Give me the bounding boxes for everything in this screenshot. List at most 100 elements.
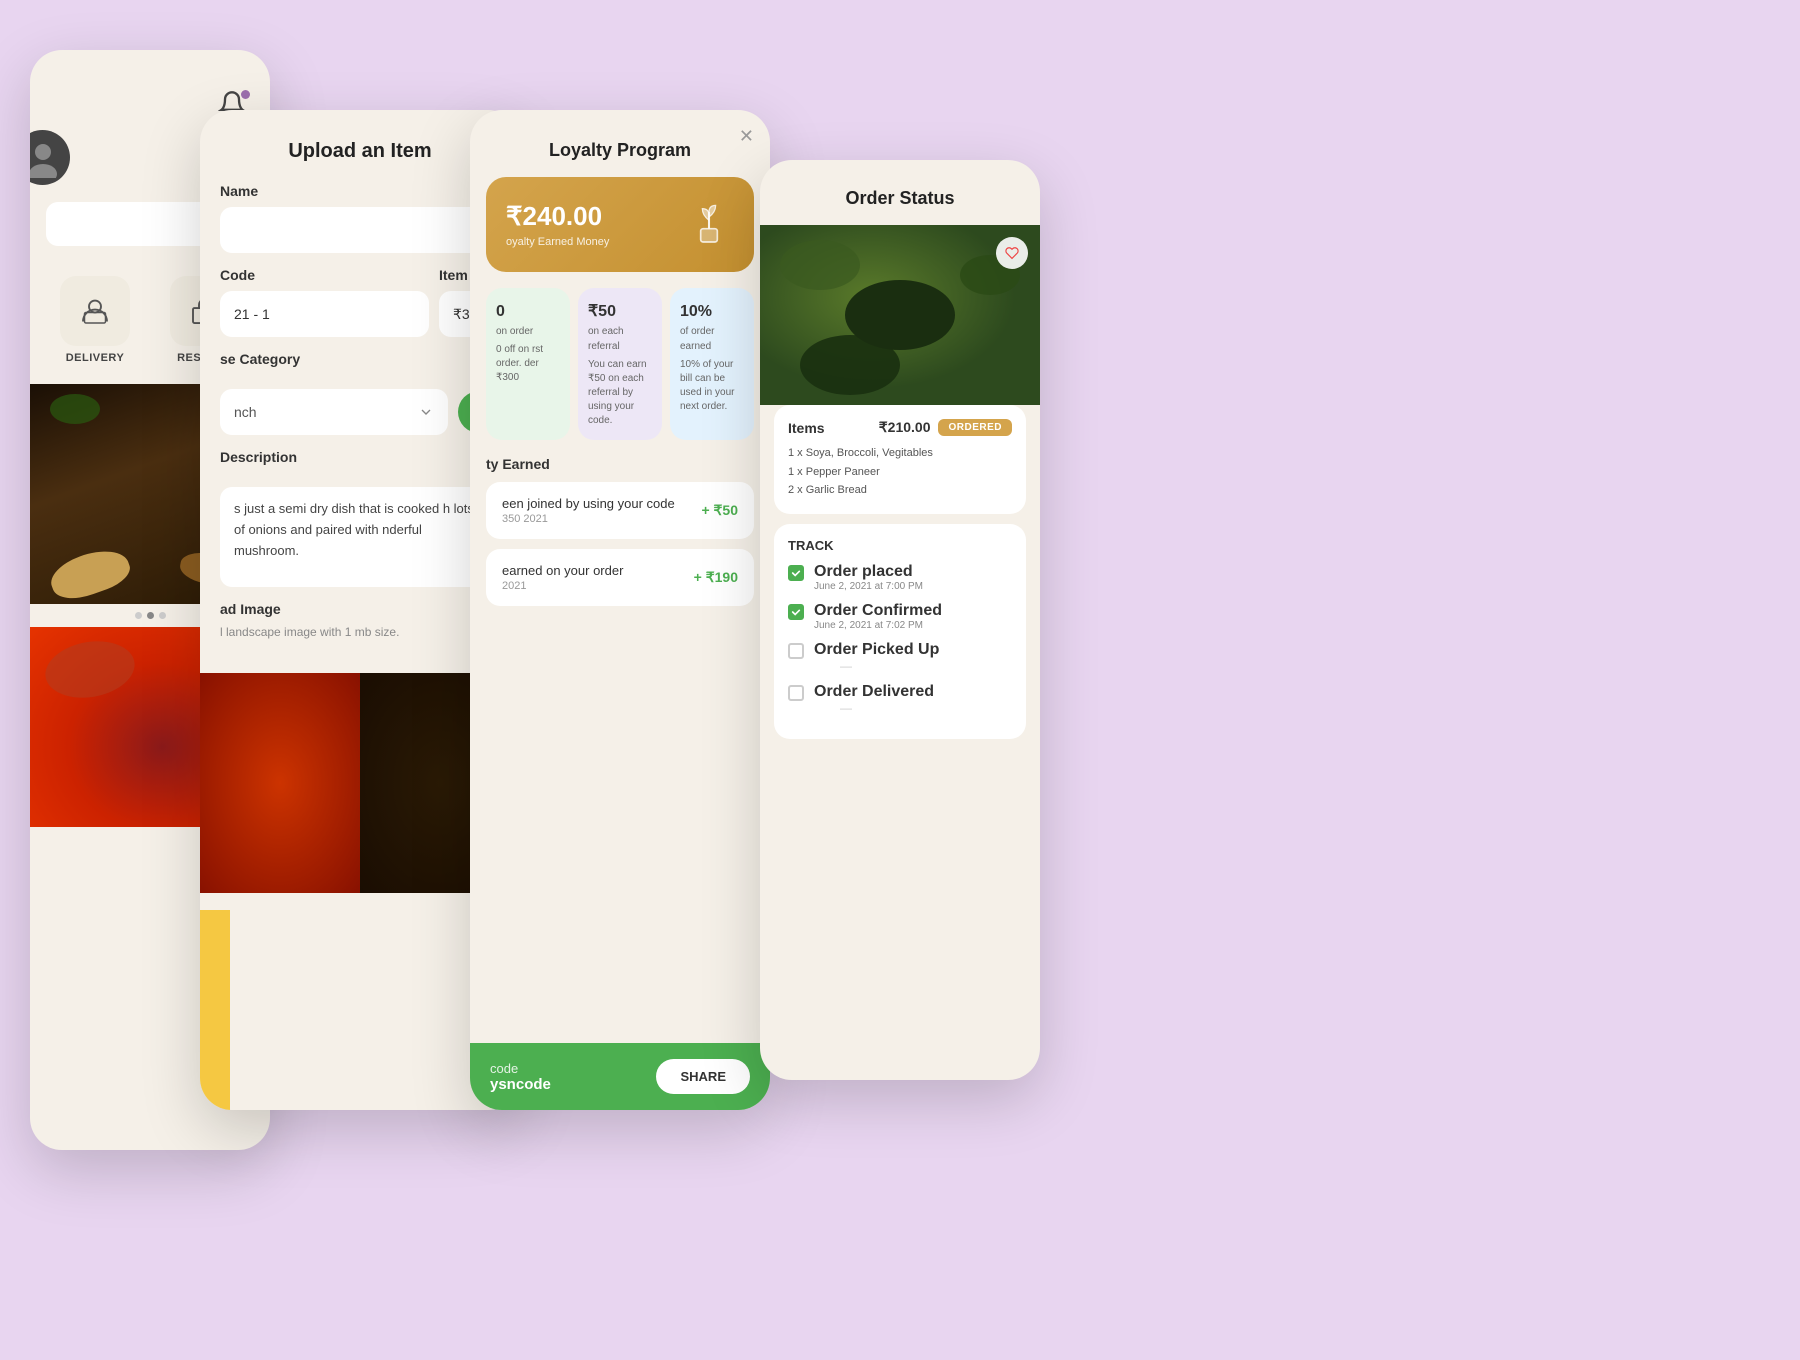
track-delivered-name: Order Delivered xyxy=(814,683,934,701)
track-placed-name: Order placed xyxy=(814,563,923,581)
description-label: Description xyxy=(220,449,500,465)
name-input[interactable] xyxy=(220,207,500,253)
check-placed xyxy=(788,565,804,581)
track-confirmed-time: June 2, 2021 at 7:02 PM xyxy=(814,620,942,631)
track-delivered-dash: — xyxy=(840,701,934,715)
screen-loyalty: ✕ Loyalty Program ₹240.00 oyalty Earned … xyxy=(470,110,770,1110)
code-label: code xyxy=(490,1061,551,1076)
description-text[interactable]: s just a semi dry dish that is cooked h … xyxy=(220,487,500,587)
order-food-photo xyxy=(760,225,1040,405)
yellow-accent xyxy=(200,910,230,1110)
close-button[interactable]: ✕ xyxy=(739,126,754,147)
earned-section-title: ty Earned xyxy=(470,456,770,482)
checkmark-icon-2 xyxy=(791,607,801,617)
delivery-nav[interactable]: DELIVERY xyxy=(60,276,130,364)
referral-main: een joined by using your code xyxy=(502,496,675,511)
loyalty-item-referral-text: een joined by using your code 350 2021 xyxy=(502,496,675,525)
code-label: Code xyxy=(220,267,429,283)
plant-svg xyxy=(684,197,734,247)
track-confirmed-text: Order Confirmed June 2, 2021 at 7:02 PM xyxy=(814,602,942,631)
checkmark-icon xyxy=(791,568,801,578)
dot-2 xyxy=(147,612,154,619)
dot-3 xyxy=(159,612,166,619)
code-section: Code xyxy=(220,267,429,337)
name-label: Name xyxy=(220,183,500,199)
screen-order-status: Order Status Items ₹210.00 ORDERED 1 x S… xyxy=(760,160,1040,1080)
benefit1-label: on order xyxy=(496,324,560,339)
code-value: ysncode xyxy=(490,1076,551,1093)
category-value: nch xyxy=(234,404,257,420)
avatar-icon xyxy=(30,138,63,178)
benefit-card-percent: 10% of order earned 10% of your bill can… xyxy=(670,288,754,440)
order-detail-card: Items ₹210.00 ORDERED 1 x Soya, Broccoli… xyxy=(774,405,1026,514)
order-status-title: Order Status xyxy=(780,188,1020,209)
track-pickup-dash: — xyxy=(840,659,939,673)
benefit1-desc: 0 off on rst order. der ₹300 xyxy=(496,343,560,385)
code-input[interactable] xyxy=(220,291,429,337)
loyalty-item-order-text: earned on your order 2021 xyxy=(502,563,623,592)
track-placed-time: June 2, 2021 at 7:00 PM xyxy=(814,581,923,592)
loyalty-balance-card: ₹240.00 oyalty Earned Money xyxy=(486,177,754,272)
track-placed-text: Order placed June 2, 2021 at 7:00 PM xyxy=(814,563,923,592)
delivery-icon xyxy=(77,293,113,329)
benefit-card-referral: ₹50 on each referral You can earn ₹50 on… xyxy=(578,288,662,440)
upload-title: Upload an Item xyxy=(220,140,500,163)
loyalty-item-referral: een joined by using your code 350 2021 +… xyxy=(486,482,754,539)
delivery-label: DELIVERY xyxy=(66,352,125,364)
order-main: earned on your order xyxy=(502,563,623,578)
track-pickup-name: Order Picked Up xyxy=(814,641,939,659)
track-item-delivered: Order Delivered — xyxy=(788,683,1012,715)
upload-hint: l landscape image with 1 mb size. xyxy=(220,625,500,639)
share-button[interactable]: SHARE xyxy=(656,1059,750,1094)
price-badge-row: ₹210.00 ORDERED xyxy=(879,419,1012,436)
track-item-placed: Order placed June 2, 2021 at 7:00 PM xyxy=(788,563,1012,592)
category-label: se Category xyxy=(220,351,500,367)
track-label: TRACK xyxy=(788,538,1012,553)
referral-sub: 350 2021 xyxy=(502,513,675,525)
benefit2-label: on each referral xyxy=(588,324,652,354)
benefit3-desc: 10% of your bill can be used in your nex… xyxy=(680,358,744,414)
benefit1-title: 0 xyxy=(496,300,560,324)
order-price: ₹210.00 xyxy=(879,419,931,436)
track-card: TRACK Order placed June 2, 2021 at 7:00 … xyxy=(774,524,1026,739)
track-item-confirmed: Order Confirmed June 2, 2021 at 7:02 PM xyxy=(788,602,1012,631)
items-label: Items xyxy=(788,420,825,436)
loyalty-title: Loyalty Program xyxy=(490,140,750,161)
order-item-3: 2 x Garlic Bread xyxy=(788,481,1012,500)
benefit2-desc: You can earn ₹50 on each referral by usi… xyxy=(588,358,652,428)
category-select[interactable]: nch xyxy=(220,389,448,435)
chevron-down-icon xyxy=(418,404,434,420)
track-confirmed-name: Order Confirmed xyxy=(814,602,942,620)
benefit2-title: ₹50 xyxy=(588,300,652,324)
loyalty-subtitle: oyalty Earned Money xyxy=(506,236,609,248)
order-sub: 2021 xyxy=(502,580,623,592)
track-pickup-text: Order Picked Up — xyxy=(814,641,939,673)
benefit3-label: of order earned xyxy=(680,324,744,354)
loyalty-header: Loyalty Program xyxy=(470,110,770,177)
dot-1 xyxy=(135,612,142,619)
plant-icon xyxy=(684,197,734,252)
order-detail-header: Items ₹210.00 ORDERED xyxy=(788,419,1012,436)
order-status-header: Order Status xyxy=(760,160,1040,225)
food-image-bottom-1 xyxy=(200,673,360,893)
order-earned: + ₹190 xyxy=(694,569,738,586)
loyalty-amount: ₹240.00 xyxy=(506,201,609,232)
favorite-order-button[interactable] xyxy=(996,237,1028,269)
loyalty-balance-info: ₹240.00 oyalty Earned Money xyxy=(506,201,609,248)
delivery-icon-box xyxy=(60,276,130,346)
benefit3-title: 10% xyxy=(680,300,744,324)
check-confirmed xyxy=(788,604,804,620)
order-item-2: 1 x Pepper Paneer xyxy=(788,463,1012,482)
order-item-1: 1 x Soya, Broccoli, Vegitables xyxy=(788,444,1012,463)
check-delivered-empty xyxy=(788,685,804,701)
notification-dot xyxy=(241,90,250,99)
track-item-pickup: Order Picked Up — xyxy=(788,641,1012,673)
check-pickup-empty xyxy=(788,643,804,659)
referral-code-section: code ysncode xyxy=(490,1061,551,1093)
share-footer: code ysncode SHARE xyxy=(470,1043,770,1110)
heart-icon-order xyxy=(1005,246,1019,260)
loyalty-item-order: earned on your order 2021 + ₹190 xyxy=(486,549,754,606)
benefit-card-order: 0 on order 0 off on rst order. der ₹300 xyxy=(486,288,570,440)
track-delivered-text: Order Delivered — xyxy=(814,683,934,715)
order-status-badge: ORDERED xyxy=(938,419,1012,436)
